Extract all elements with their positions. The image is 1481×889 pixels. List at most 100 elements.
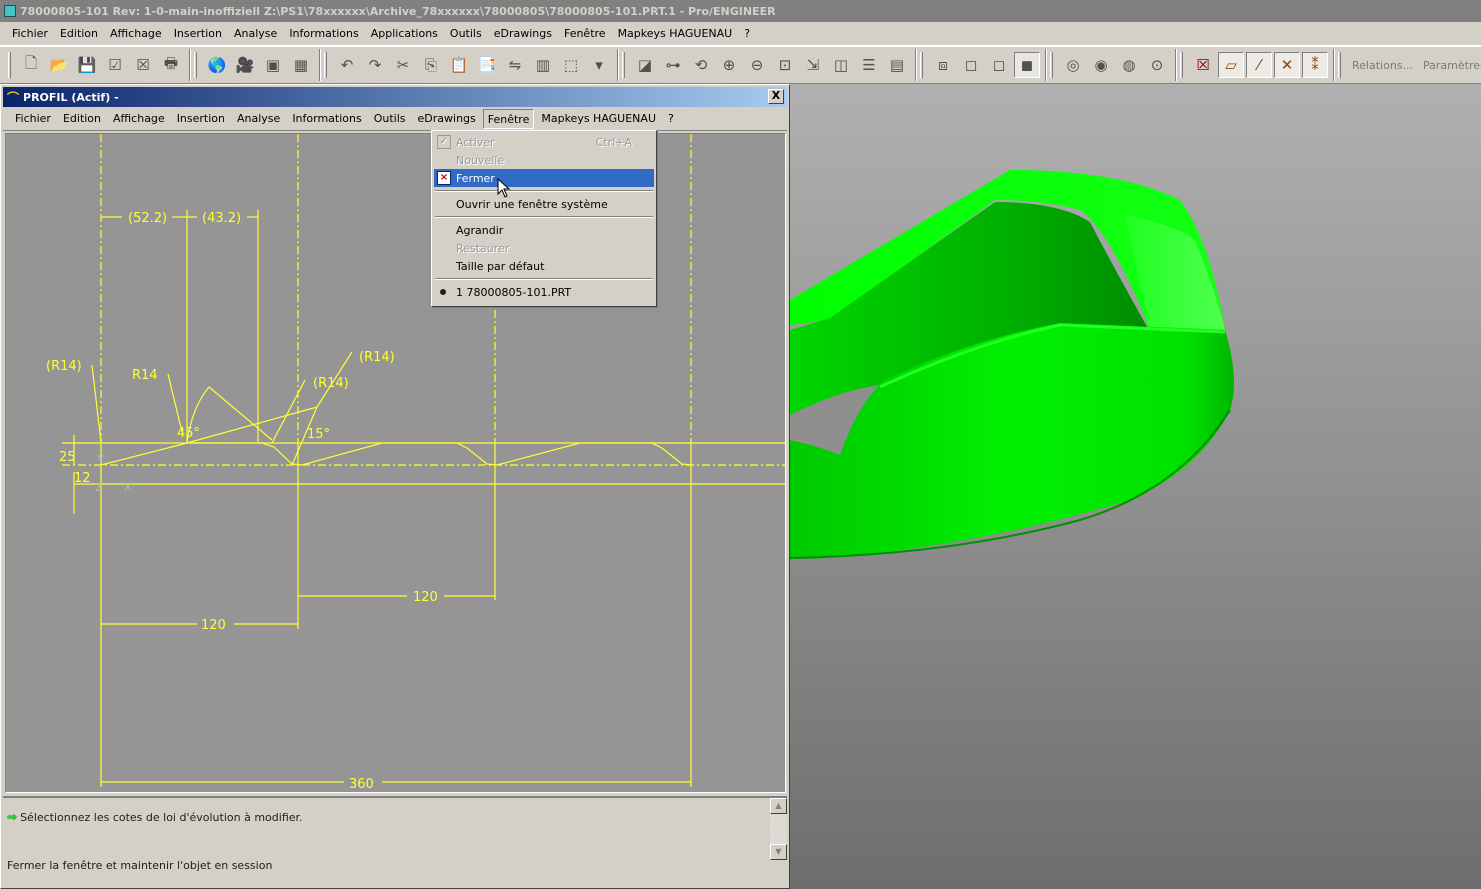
3d-model[interactable] [790,84,1481,889]
sketch-menu-informations[interactable]: Informations [286,109,367,129]
parameters-button[interactable]: Paramètres... [1418,59,1481,72]
selection-box-button[interactable]: ⬚ [558,52,584,78]
datum-display-off-button[interactable]: ☒ [1190,52,1216,78]
zoom-in-button[interactable]: ⊕ [716,52,742,78]
sketch-menu-edition[interactable]: Edition [57,109,107,129]
show-dims-button[interactable]: ◉ [1088,52,1114,78]
zoom-out-icon: ⊖ [750,56,764,74]
show-constraints-button[interactable]: ◍ [1116,52,1142,78]
regenerate-button[interactable]: ▦ [288,52,314,78]
sketch-menu-help[interactable]: ? [662,109,680,129]
menu-affichage[interactable]: Affichage [104,27,168,40]
sketch-menu-outils[interactable]: Outils [368,109,412,129]
menu-mapkeys-haguenau[interactable]: Mapkeys HAGUENAU [612,27,739,40]
menu-help[interactable]: ? [738,27,756,40]
toolbar-grip[interactable] [1338,52,1341,78]
window-menu-item-1-78000805-101-prt[interactable]: 1 78000805-101.PRT [434,283,654,301]
wireframe-button[interactable]: ⧈ [930,52,956,78]
sketch-menu-affichage[interactable]: Affichage [107,109,171,129]
globe-button[interactable]: 🌎 [204,52,230,78]
sketch-menu-insertion[interactable]: Insertion [171,109,231,129]
menu-edrawings[interactable]: eDrawings [488,27,558,40]
window-menu-item-ouvrir-une-fenetre-systeme[interactable]: Ouvrir une fenêtre système [434,195,654,213]
datum-planes-button[interactable]: ▱ [1218,52,1244,78]
window-menu-item-taille-par-defaut[interactable]: Taille par défaut [434,257,654,275]
toolbar-grip[interactable] [8,52,11,78]
dim-angle-45: 45° [177,426,200,441]
toolbar-grip[interactable] [324,52,327,78]
window-menu-item-nouvelle[interactable]: Nouvelle [434,151,654,169]
hide-dims-button[interactable]: ◎ [1060,52,1086,78]
undo-button[interactable]: ↶ [334,52,360,78]
sketch-menu-mapkeys-haguenau[interactable]: Mapkeys HAGUENAU [535,109,662,129]
orient-button[interactable]: ⟲ [688,52,714,78]
paste-button[interactable]: 📋 [446,52,472,78]
datum-points-button[interactable]: ⁑ [1302,52,1328,78]
close-window-button[interactable]: ☒ [130,52,156,78]
open-folder-button[interactable]: 📂 [46,52,72,78]
sketch-canvas[interactable]: (52.2) (43.2) (R14) R14 (R14) (R14) 45° … [5,133,786,793]
coordinate-systems-button[interactable]: ✕ [1274,52,1300,78]
menu-analyse[interactable]: Analyse [228,27,283,40]
menu-outils[interactable]: Outils [444,27,488,40]
sketch-menu-fenetre[interactable]: Fenêtre [482,108,535,129]
sketch-drawing[interactable]: (52.2) (43.2) (R14) R14 (R14) (R14) 45° … [6,134,786,793]
model-display-button[interactable]: ▣ [260,52,286,78]
sketch-menu-fichier[interactable]: Fichier [9,109,57,129]
3d-viewport[interactable] [790,84,1481,889]
view-manager-button[interactable]: ▤ [884,52,910,78]
menu-insertion[interactable]: Insertion [168,27,228,40]
sketch-menu-edrawings[interactable]: eDrawings [412,109,482,129]
close-button[interactable]: X [768,89,784,104]
menu-applications[interactable]: Applications [365,27,444,40]
window-menu-item-fermer[interactable]: × Fermer [434,169,654,187]
app-icon [4,5,16,17]
window-menu-item-activer[interactable]: ✓ Activer Ctrl+A [434,133,654,151]
window-menu-item-restaurer[interactable]: Restaurer [434,239,654,257]
toolbar-grip[interactable] [194,52,197,78]
relations-button[interactable]: Relations... [1347,59,1418,72]
no-hidden-button[interactable]: ◻ [986,52,1012,78]
menu-separator [435,278,653,280]
reorient-button[interactable]: ⇲ [800,52,826,78]
menu-informations[interactable]: Informations [283,27,364,40]
show-vertices-button[interactable]: ⊙ [1144,52,1170,78]
camera-button[interactable]: 🎥 [232,52,258,78]
copy-button[interactable]: ⎘ [418,52,444,78]
sketch-window-titlebar[interactable]: ⌒ PROFIL (Actif) - X [3,87,787,107]
menu-edition[interactable]: Edition [54,27,104,40]
repaint-button[interactable]: ◪ [632,52,658,78]
pattern-button[interactable]: ▥ [530,52,556,78]
scroll-up-button[interactable]: ▲ [770,798,787,814]
scroll-down-button[interactable]: ▼ [770,844,787,860]
paste-special-button[interactable]: 📑 [474,52,500,78]
message-scrollbar[interactable]: ▲ ▼ [770,798,787,860]
spin-center-button[interactable]: ⊶ [660,52,686,78]
datum-axes-button[interactable]: ⁄ [1246,52,1272,78]
dropdown-arrow-button[interactable]: ▾ [586,52,612,78]
mirror-button[interactable]: ⇋ [502,52,528,78]
window-menu-item-agrandir[interactable]: Agrandir [434,221,654,239]
menu-fichier[interactable]: Fichier [6,27,54,40]
hidden-line-button[interactable]: ◻ [958,52,984,78]
save-button[interactable]: 💾 [74,52,100,78]
zoom-out-button[interactable]: ⊖ [744,52,770,78]
redo-button[interactable]: ↷ [362,52,388,78]
close-window-icon: × [437,171,451,185]
toolbar-grip[interactable] [920,52,923,78]
toolbar-grip[interactable] [622,52,625,78]
status-text: Fermer la fenêtre et maintenir l'objet e… [7,859,273,872]
print-button[interactable]: 🖶 [158,52,184,78]
layers-button[interactable]: ☰ [856,52,882,78]
saved-views-button[interactable]: ◫ [828,52,854,78]
new-file-button[interactable]: 🗋 [18,52,44,78]
menu-fenetre[interactable]: Fenêtre [558,27,612,40]
shading-button[interactable]: ◼ [1014,52,1040,78]
activate-window-button[interactable]: ☑ [102,52,128,78]
cut-button[interactable]: ✂ [390,52,416,78]
toolbar-grip[interactable] [1180,52,1183,78]
toolbar-grip[interactable] [1050,52,1053,78]
refit-button[interactable]: ⊡ [772,52,798,78]
dim-length-120-a: 120 [201,618,226,633]
sketch-menu-analyse[interactable]: Analyse [231,109,286,129]
